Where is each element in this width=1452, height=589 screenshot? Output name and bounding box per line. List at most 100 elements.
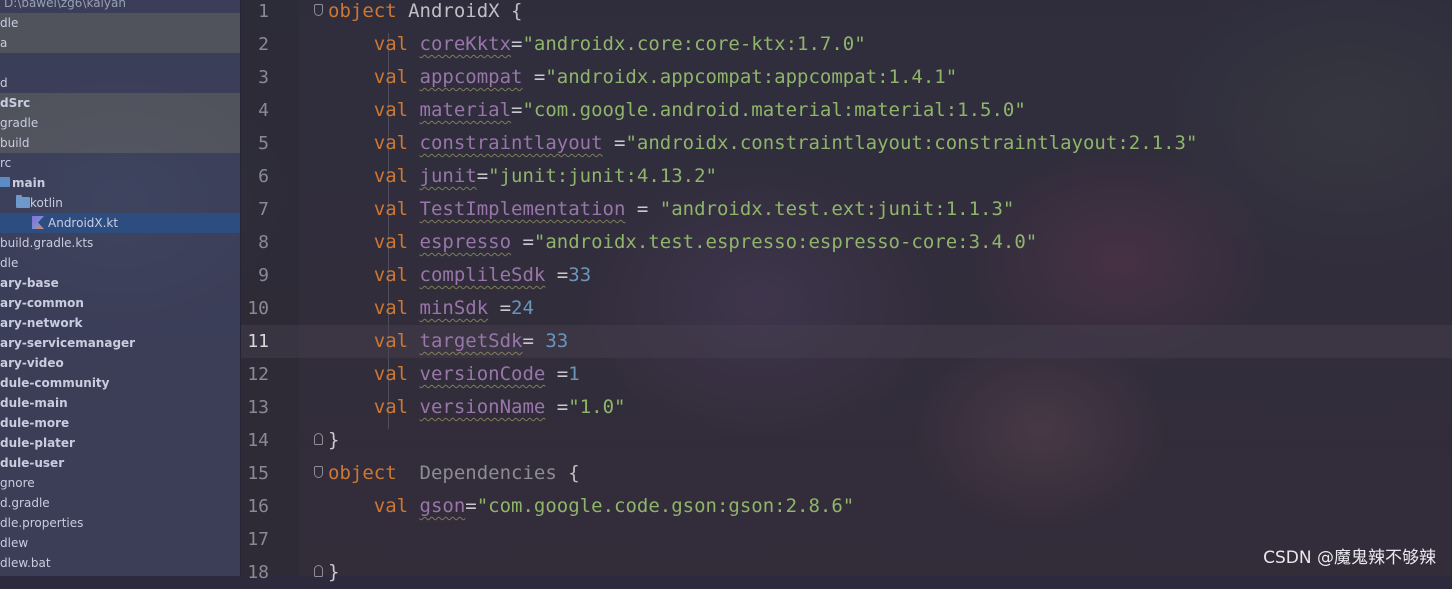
fold-marker-icon[interactable] [314,433,323,445]
code-token: "androidx.constraintlayout:constraintlay… [625,132,1198,154]
code-token: = [522,330,546,352]
code-token: "androidx.test.ext:junit:1.1.3" [659,198,1015,220]
code-token: val [328,33,420,55]
code-token: object [328,0,409,22]
tree-item-label: a [0,36,8,50]
tree-item[interactable]: ⌄kotlin [0,193,240,213]
code-token: Dependencies [419,462,557,484]
code-line[interactable]: 12 val versionCode =1 [241,358,1452,391]
code-token: 1 [568,363,580,385]
tree-item[interactable]: dlew [0,533,240,553]
tree-item[interactable]: dle.properties [0,513,240,533]
code-text: } [328,556,339,589]
code-token: junit [419,165,477,187]
tree-item[interactable]: ary-video [0,353,240,373]
tree-item[interactable]: d [0,73,240,93]
code-text: val TestImplementation = "androidx.test.… [328,193,1015,226]
code-line[interactable]: 6 val junit="junit:junit:4.13.2" [241,160,1452,193]
line-number: 10 [247,298,269,319]
code-line[interactable]: 8 val espresso ="androidx.test.espresso:… [241,226,1452,259]
tree-item-label: dlew [0,536,29,550]
line-number: 3 [258,67,269,88]
code-token: material [419,99,512,121]
tree-item[interactable]: gnore [0,473,240,493]
code-text: val gson="com.google.code.gson:gson:2.8.… [328,490,854,523]
tree-item[interactable]: dule-community [0,373,240,393]
code-text: val targetSdk= 33 [328,325,569,358]
tree-item[interactable]: dlew.bat [0,553,240,573]
tree-item-label: gradle [0,116,39,130]
tree-item[interactable]: ary-servicemanager [0,333,240,353]
code-token: AndroidX { [408,0,523,22]
code-text: object Dependencies { [328,457,580,490]
tree-item-label: dule-user [0,456,65,470]
code-token: "androidx.test.espresso:espresso-core:3.… [533,231,1038,253]
code-token: = [511,231,534,253]
tree-item[interactable]: a [0,33,240,53]
project-tree-panel[interactable]: D:\bawei\zg6\kaiyan dle a d dSrc gradle build r… [0,0,241,576]
code-line[interactable]: 10 val minSdk =24 [241,292,1452,325]
tree-item[interactable]: dule-plater [0,433,240,453]
code-token: = [545,264,569,286]
tree-item[interactable]: dule-main [0,393,240,413]
tree-item[interactable]: dSrc [0,93,240,113]
tree-item[interactable]: ary-common [0,293,240,313]
tree-item[interactable]: ary-base [0,273,240,293]
tree-item[interactable]: build [0,133,240,153]
code-token: appcompat [419,66,523,88]
tree-item[interactable]: D:\bawei\zg6\kaiyan [0,0,240,13]
line-number: 12 [247,364,269,385]
code-token: = [522,66,546,88]
tree-item[interactable]: d.gradle [0,493,240,513]
code-line[interactable]: 2 val coreKktx="androidx.core:core-ktx:1… [241,28,1452,61]
code-token: minSdk [419,297,489,319]
tree-item-label: dSrc [0,96,31,110]
tree-item[interactable]: dule-user [0,453,240,473]
code-line[interactable]: 3 val appcompat ="androidx.appcompat:app… [241,61,1452,94]
tree-item[interactable]: dule-more [0,413,240,433]
code-text: val complileSdk =33 [328,259,591,292]
tree-item[interactable]: AndroidX.kt [0,213,240,233]
fold-marker-icon[interactable] [314,466,323,478]
tree-item-label: dule-community [0,376,110,390]
line-number: 17 [247,529,269,550]
line-number: 5 [258,133,269,154]
tree-item-label: d.gradle [0,496,50,510]
code-token: val [328,297,420,319]
tree-item[interactable]: build.gradle.kts [0,233,240,253]
code-line[interactable]: 1 object AndroidX { [241,0,1452,28]
tree-item[interactable] [0,53,240,73]
tree-item-label: dlew.bat [0,556,51,570]
code-line[interactable]: 13 val versionName ="1.0" [241,391,1452,424]
code-editor[interactable]: 1 object AndroidX {2 val coreKktx="androi… [241,0,1452,583]
tree-item[interactable]: main [0,173,240,193]
code-line[interactable]: 14} [241,424,1452,457]
tree-item[interactable]: ary-network [0,313,240,333]
code-token: val [328,330,420,352]
tree-item[interactable]: gradle [0,113,240,133]
code-text: val appcompat ="androidx.appcompat:appco… [328,61,957,94]
code-token: = [476,165,489,187]
code-token: 33 [545,330,569,352]
code-line[interactable]: 7 val TestImplementation = "androidx.tes… [241,193,1452,226]
code-line[interactable]: 9 val complileSdk =33 [241,259,1452,292]
line-number: 6 [258,166,269,187]
code-line[interactable]: 16 val gson="com.google.code.gson:gson:2… [241,490,1452,523]
code-line[interactable]: 5 val constraintlayout ="androidx.constr… [241,127,1452,160]
tree-item-label: dule-main [0,396,68,410]
fold-marker-icon[interactable] [314,4,323,16]
source-folder-icon [0,177,10,187]
tree-item[interactable]: dle [0,253,240,273]
tree-item[interactable]: dle [0,13,240,33]
code-text: val junit="junit:junit:4.13.2" [328,160,717,193]
code-line[interactable]: 11 val targetSdk= 33 [241,325,1452,358]
code-token: constraintlayout [419,132,603,154]
fold-marker-icon[interactable] [314,565,323,577]
tree-item[interactable]: rc [0,153,240,173]
code-line[interactable]: 15 object Dependencies { [241,457,1452,490]
code-token: = [511,99,523,121]
code-token: complileSdk [419,264,546,286]
code-text: object AndroidX { [328,0,522,28]
code-token: gson [419,495,466,517]
code-line[interactable]: 4 val material="com.google.android.mater… [241,94,1452,127]
